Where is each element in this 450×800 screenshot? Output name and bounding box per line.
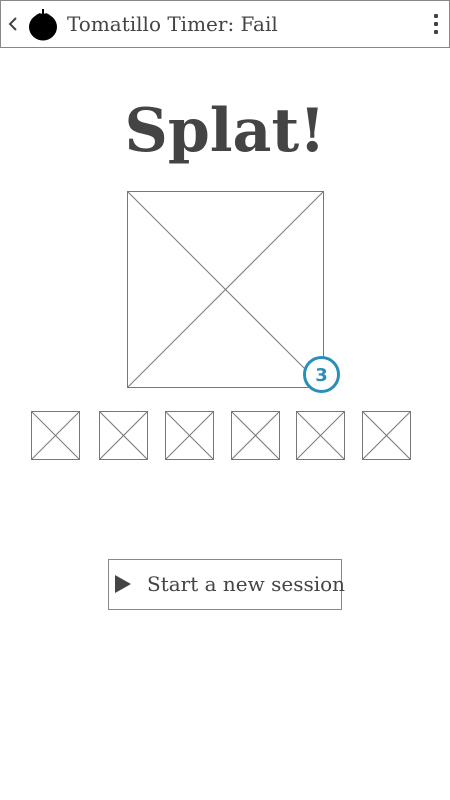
thumbnail-placeholder: [99, 411, 148, 460]
image-placeholder: [127, 191, 324, 388]
vertical-ellipsis-icon: [434, 14, 438, 18]
play-icon: [115, 575, 131, 593]
tomato-icon: [29, 9, 57, 41]
start-session-label: Start a new session: [147, 572, 346, 596]
badge-count: 3: [315, 365, 328, 386]
back-button[interactable]: [5, 10, 21, 38]
overflow-menu-button[interactable]: [431, 14, 441, 34]
top-app-bar: Tomatillo Timer: Fail: [0, 0, 450, 48]
chevron-left-icon: [8, 17, 17, 31]
thumbnail-placeholder: [296, 411, 345, 460]
result-heading: Splat!: [124, 96, 326, 166]
thumbnail-placeholder: [31, 411, 80, 460]
thumbnail-placeholder: [231, 411, 280, 460]
count-badge: 3: [303, 356, 340, 393]
thumbnail-placeholder: [362, 411, 411, 460]
start-new-session-button[interactable]: Start a new session: [108, 559, 346, 610]
app-title: Tomatillo Timer: Fail: [67, 12, 278, 36]
thumbnail-placeholder: [165, 411, 214, 460]
app-screen: Tomatillo Timer: Fail Splat! 3 Start a n…: [0, 0, 450, 800]
